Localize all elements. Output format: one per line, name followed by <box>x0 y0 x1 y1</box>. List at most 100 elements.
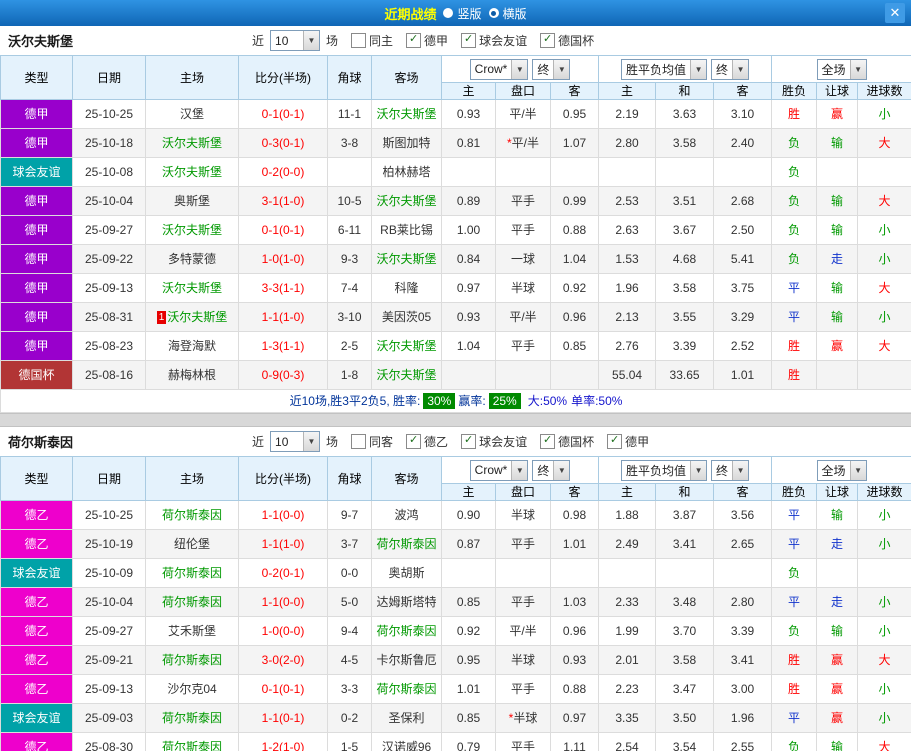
away-team: 沃尔夫斯堡 <box>371 186 442 216</box>
chevron-down-icon: ▼ <box>511 59 528 79</box>
match-count-select-value: 10 <box>275 33 289 48</box>
handicap-result-cell: 输 <box>816 732 859 751</box>
filter-checkbox-1[interactable]: ✓ 德乙 <box>406 433 448 450</box>
filter-checkbox-2[interactable]: ✓ 球会友谊 <box>461 433 527 450</box>
filter-checkbox-1[interactable]: ✓ 德甲 <box>406 32 448 49</box>
scope-select-value: 全场 <box>821 62 846 77</box>
league-badge: 球会友谊 <box>0 703 73 733</box>
filter-checkbox-0[interactable]: 同客 <box>351 433 393 450</box>
match-date: 25-09-22 <box>72 244 146 274</box>
filter-checkbox-3[interactable]: ✓ 德国杯 <box>540 32 594 49</box>
scope-filter-cell: 全场 ▼ <box>771 55 911 83</box>
filter-checkbox-4[interactable]: ✓ 德甲 <box>607 433 649 450</box>
match-row: 德甲 25-08-23 海登海默 1-3(1-1) 2-5 沃尔夫斯堡 1.04 平手 0.85… <box>0 331 911 361</box>
asian-away-odds: 0.95 <box>549 99 600 129</box>
league-badge: 球会友谊 <box>0 558 73 588</box>
league-badge: 德乙 <box>0 587 73 617</box>
asian-home-odds: 1.00 <box>441 215 496 245</box>
handicap-result-cell: 输 <box>816 616 859 646</box>
match-score: 1-2(1-0) <box>238 732 328 751</box>
close-icon[interactable]: ✕ <box>885 3 905 23</box>
euro-away-odds: 2.50 <box>713 215 773 245</box>
match-count-select[interactable]: 10 ▼ <box>270 30 321 51</box>
result-cell: 胜 <box>771 360 818 390</box>
euro-time-select[interactable]: 终 ▼ <box>711 58 750 80</box>
asian-odds-filter-cell: Crow* ▼ 终 ▼ <box>440 456 600 484</box>
checkbox-checked-icon: ✓ <box>607 434 623 449</box>
result-cell: 胜 <box>771 645 818 675</box>
layout-radio-horizontal[interactable]: 横版 <box>488 5 527 22</box>
checkbox-label: 球会友谊 <box>479 34 528 48</box>
radio-vertical-label: 竖版 <box>457 6 482 21</box>
col-date: 日期 <box>72 55 146 100</box>
scope-select[interactable]: 全场 ▼ <box>816 58 867 80</box>
euro-home-odds: 2.13 <box>598 302 657 332</box>
result-cell: 负 <box>771 616 818 646</box>
checkbox-label: 同客 <box>369 435 394 449</box>
checkbox-unchecked-icon <box>351 434 367 449</box>
match-score: 3-0(2-0) <box>238 645 328 675</box>
home-team: 汉堡 <box>145 99 239 129</box>
col-asian-home: 主 <box>441 82 496 100</box>
goals-result-cell: 小 <box>857 302 911 332</box>
asian-away-odds <box>549 558 600 588</box>
rank-badge: 1 <box>156 311 167 324</box>
euro-home-odds: 3.35 <box>598 703 657 733</box>
asian-home-odds <box>441 157 496 187</box>
corner-score: 0-0 <box>327 558 372 588</box>
handicap-value: 平手 <box>495 587 551 617</box>
handicap-value: 平手 <box>495 215 551 245</box>
col-handicap: 盘口 <box>495 82 551 100</box>
handicap-result-cell: 输 <box>816 273 859 303</box>
chevron-down-icon: ▼ <box>732 460 749 480</box>
euro-odds-select[interactable]: 胜平负均值 ▼ <box>621 459 708 481</box>
filter-checkbox-0[interactable]: 同主 <box>351 32 393 49</box>
scope-select[interactable]: 全场 ▼ <box>816 459 867 481</box>
odds-company-select[interactable]: Crow* ▼ <box>469 58 529 80</box>
col-result: 胜负 <box>771 82 818 100</box>
league-badge: 德甲 <box>0 331 73 361</box>
near-label: 近 <box>252 34 265 48</box>
euro-draw-odds: 4.68 <box>655 244 715 274</box>
away-team: 沃尔夫斯堡 <box>371 244 442 274</box>
match-date: 25-10-25 <box>72 99 146 129</box>
odds-time-select[interactable]: 终 ▼ <box>532 459 571 481</box>
checkbox-checked-icon: ✓ <box>540 33 556 48</box>
match-date: 25-10-19 <box>72 529 146 559</box>
chevron-down-icon: ▼ <box>690 460 707 480</box>
corner-score: 7-4 <box>327 273 372 303</box>
euro-home-odds: 1.96 <box>598 273 657 303</box>
euro-draw-odds: 3.63 <box>655 99 715 129</box>
odds-time-select[interactable]: 终 ▼ <box>532 58 571 80</box>
filter-checkbox-3[interactable]: ✓ 德国杯 <box>540 433 594 450</box>
home-team: 荷尔斯泰因 <box>145 703 239 733</box>
euro-away-odds <box>713 558 773 588</box>
layout-radio-vertical[interactable]: 竖版 <box>443 5 482 22</box>
checkbox-label: 德国杯 <box>558 34 595 48</box>
home-team: 海登海默 <box>145 331 239 361</box>
result-cell: 平 <box>771 273 818 303</box>
match-score: 0-2(0-0) <box>238 157 328 187</box>
filter-checkbox-2[interactable]: ✓ 球会友谊 <box>461 32 527 49</box>
euro-time-select[interactable]: 终 ▼ <box>711 459 750 481</box>
league-badge: 德甲 <box>0 273 73 303</box>
handicap-value <box>495 558 551 588</box>
col-type: 类型 <box>0 456 73 501</box>
euro-home-odds: 2.80 <box>598 128 657 158</box>
match-row: 德甲 25-09-27 沃尔夫斯堡 0-1(0-1) 6-11 RB莱比锡 1.00 平手 0.… <box>0 215 911 245</box>
home-team: 纽伦堡 <box>145 529 239 559</box>
euro-draw-odds: 3.39 <box>655 331 715 361</box>
corner-score: 9-4 <box>327 616 372 646</box>
handicap-value: 平手 <box>495 331 551 361</box>
odds-company-select[interactable]: Crow* ▼ <box>469 459 529 481</box>
euro-odds-select[interactable]: 胜平负均值 ▼ <box>621 58 708 80</box>
match-count-select[interactable]: 10 ▼ <box>270 431 321 452</box>
euro-away-odds: 2.65 <box>713 529 773 559</box>
goals-result-cell <box>857 360 911 390</box>
titlebar-center: 近期战绩 竖版 横版 <box>0 4 911 23</box>
chevron-down-icon: ▼ <box>303 432 320 451</box>
asian-away-odds: 0.96 <box>549 616 600 646</box>
euro-draw-odds: 3.51 <box>655 186 715 216</box>
euro-home-odds: 2.54 <box>598 732 657 751</box>
asian-odds-filter-cell: Crow* ▼ 终 ▼ <box>440 55 600 83</box>
